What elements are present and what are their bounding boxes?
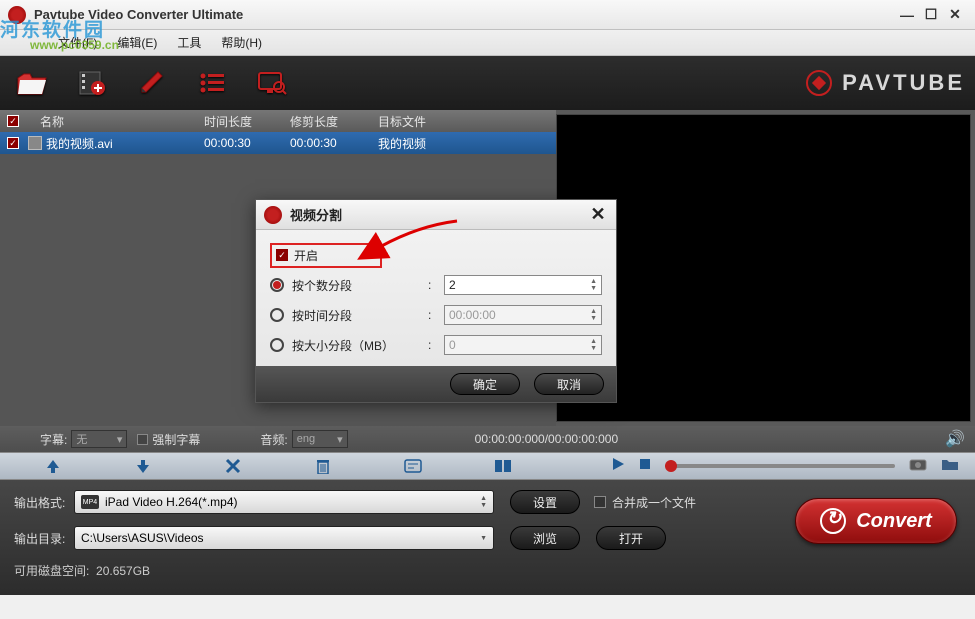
cancel-button[interactable]: 取消 xyxy=(534,373,604,395)
settings-button[interactable]: 设置 xyxy=(510,490,580,514)
subtitle-audio-bar: 字幕: 无▾ 强制字幕 音频: eng▾ 00:00:00:000/00:00:… xyxy=(0,426,975,452)
list-button[interactable] xyxy=(190,65,234,101)
volume-icon[interactable]: 🔊 xyxy=(945,429,965,449)
convert-button[interactable]: Convert xyxy=(795,498,957,544)
remove-button[interactable] xyxy=(188,455,278,477)
count-input[interactable]: 2▲▼ xyxy=(444,275,602,295)
subtitle-button[interactable] xyxy=(368,455,458,477)
video-split-dialog: 视频分割 ✕ 开启 按个数分段 : 2▲▼ 按时间分段 : 00:00:00▲▼… xyxy=(255,199,617,403)
maximize-button[interactable]: ☐ xyxy=(923,7,939,23)
output-format-label: 输出格式: xyxy=(14,494,74,511)
dialog-header[interactable]: 视频分割 ✕ xyxy=(256,200,616,230)
move-up-button[interactable] xyxy=(8,455,98,477)
menu-bar: 河东软件园 www.pc0359.cn 文件(F) 编辑(E) 工具 帮助(H) xyxy=(0,30,975,56)
open-file-button[interactable] xyxy=(10,65,54,101)
snapshot-button[interactable] xyxy=(909,457,927,476)
toolbar: PAVTUBE xyxy=(0,56,975,110)
table-header: 名称 时间长度 修剪长度 目标文件 xyxy=(0,110,556,132)
by-time-radio[interactable] xyxy=(270,308,284,322)
app-title: Pavtube Video Converter Ultimate xyxy=(34,7,895,22)
action-bar xyxy=(0,452,975,480)
merge-checkbox[interactable] xyxy=(594,496,606,508)
film-add-icon xyxy=(78,70,106,96)
size-input[interactable]: 0▲▼ xyxy=(444,335,602,355)
list-icon xyxy=(198,71,226,95)
dialog-icon xyxy=(264,206,282,224)
dialog-title: 视频分割 xyxy=(290,205,342,224)
timecode-display: 00:00:00:000/00:00:00:000 xyxy=(475,432,618,446)
pencil-icon xyxy=(138,70,166,96)
close-button[interactable]: ✕ xyxy=(947,7,963,23)
select-all-checkbox[interactable] xyxy=(7,115,19,127)
enable-label: 开启 xyxy=(294,247,318,264)
edit-button[interactable] xyxy=(130,65,174,101)
enable-highlight-box: 开启 xyxy=(270,243,382,268)
folder-open-icon xyxy=(16,70,48,96)
dialog-close-button[interactable]: ✕ xyxy=(588,204,608,225)
disk-space: 可用磁盘空间: 20.657GB xyxy=(14,562,961,579)
by-count-radio[interactable] xyxy=(270,278,284,292)
dialog-buttons: 确定 取消 xyxy=(256,366,616,402)
output-dir-input[interactable]: C:\Users\ASUS\Videos ▼ xyxy=(74,526,494,550)
menu-help[interactable]: 帮助(H) xyxy=(211,32,272,53)
stop-button[interactable] xyxy=(639,457,651,475)
table-row[interactable]: 我的视频.avi 00:00:30 00:00:30 我的视频 xyxy=(0,132,556,154)
by-count-label: 按个数分段 xyxy=(292,277,428,294)
seek-slider[interactable] xyxy=(665,464,895,468)
row-name: 我的视频.avi xyxy=(46,135,113,152)
menu-edit[interactable]: 编辑(E) xyxy=(107,32,167,53)
by-size-label: 按大小分段（MB） xyxy=(292,337,428,354)
capture-button[interactable] xyxy=(250,65,294,101)
row-dest: 我的视频 xyxy=(378,135,556,152)
output-format-select[interactable]: MP4 iPad Video H.264(*.mp4) ▲▼ xyxy=(74,490,494,514)
subtitle-label: 字幕: xyxy=(40,431,67,448)
by-size-radio[interactable] xyxy=(270,338,284,352)
audio-label: 音频: xyxy=(260,431,287,448)
force-subtitle-checkbox[interactable] xyxy=(137,434,148,445)
audio-select[interactable]: eng▾ xyxy=(292,430,348,448)
row-checkbox[interactable] xyxy=(7,137,19,149)
mp4-icon: MP4 xyxy=(81,495,99,509)
menu-file[interactable]: 文件(F) xyxy=(48,32,107,53)
output-dir-label: 输出目录: xyxy=(14,530,74,547)
col-duration: 时间长度 xyxy=(204,113,290,130)
browse-button[interactable]: 浏览 xyxy=(510,526,580,550)
col-name: 名称 xyxy=(26,113,204,130)
film-icon xyxy=(28,136,42,150)
col-dest: 目标文件 xyxy=(378,113,556,130)
row-duration: 00:00:30 xyxy=(204,136,290,150)
preview-pane xyxy=(556,114,971,422)
play-button[interactable] xyxy=(611,457,625,476)
open-folder-button[interactable] xyxy=(941,457,959,476)
ok-button[interactable]: 确定 xyxy=(450,373,520,395)
menu-tools[interactable]: 工具 xyxy=(167,32,211,53)
open-button[interactable]: 打开 xyxy=(596,526,666,550)
move-down-button[interactable] xyxy=(98,455,188,477)
brand-icon xyxy=(806,70,832,96)
minimize-button[interactable]: — xyxy=(899,7,915,23)
enable-checkbox[interactable] xyxy=(276,249,288,261)
merge-label: 合并成一个文件 xyxy=(612,494,696,511)
split-button[interactable] xyxy=(458,455,548,477)
force-subtitle-label: 强制字幕 xyxy=(152,431,200,448)
convert-icon xyxy=(820,508,846,534)
col-trim: 修剪长度 xyxy=(290,113,378,130)
time-input[interactable]: 00:00:00▲▼ xyxy=(444,305,602,325)
app-icon xyxy=(8,6,26,24)
by-time-label: 按时间分段 xyxy=(292,307,428,324)
output-panel: 输出格式: MP4 iPad Video H.264(*.mp4) ▲▼ 设置 … xyxy=(0,480,975,595)
delete-button[interactable] xyxy=(278,455,368,477)
row-trim: 00:00:30 xyxy=(290,136,378,150)
subtitle-select[interactable]: 无▾ xyxy=(71,430,127,448)
brand-logo: PAVTUBE xyxy=(806,70,965,96)
add-video-button[interactable] xyxy=(70,65,114,101)
title-bar: Pavtube Video Converter Ultimate — ☐ ✕ xyxy=(0,0,975,30)
monitor-search-icon xyxy=(257,71,287,95)
